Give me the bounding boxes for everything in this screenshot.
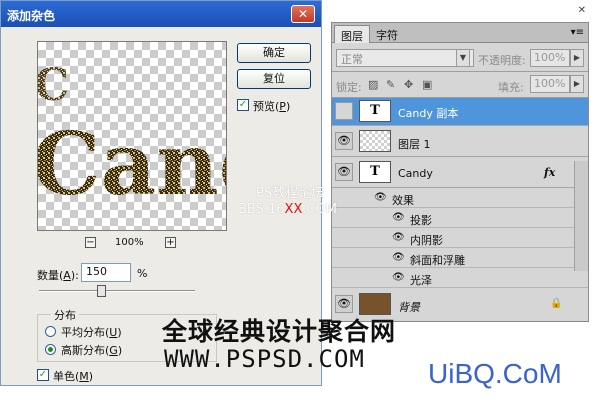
amount-slider-thumb[interactable] <box>97 285 107 297</box>
blend-mode-select[interactable]: 正常 <box>336 49 474 67</box>
zoom-level: 100% <box>115 237 144 248</box>
preview-area[interactable]: Cand C <box>37 41 227 231</box>
effect-name: 内阴影 <box>410 234 443 247</box>
lock-icon: 🔒 <box>550 298 563 309</box>
watermark-forum: PS教程论坛 <box>256 186 325 201</box>
fill-arrow-icon[interactable]: ▶ <box>570 75 584 93</box>
effect-eye-icon[interactable]: 👁 <box>392 232 405 243</box>
uniform-label[interactable]: 平均分布(U) <box>61 324 122 340</box>
visibility-toggle-empty[interactable] <box>335 102 353 120</box>
effect-row-satin[interactable]: 👁 光泽 <box>332 269 588 288</box>
lock-label: 锁定: <box>336 81 362 94</box>
preview-top-stroke: C <box>38 60 69 111</box>
screenshot-root: 添加杂色 ✕ Cand C − <box>0 0 600 400</box>
lock-move-icon[interactable]: ✥ <box>404 78 413 91</box>
tab-layers[interactable]: 图层 <box>334 25 370 43</box>
monochromatic-checkbox[interactable]: ✓ <box>37 369 49 381</box>
distribution-title: 分布 <box>51 307 79 323</box>
amount-input[interactable]: 150 <box>81 263 131 282</box>
monochromatic-label[interactable]: 单色(M) <box>53 368 93 384</box>
text-layer-thumbnail: T <box>359 100 391 122</box>
lock-paint-icon[interactable]: ✎ <box>386 78 395 91</box>
fill-label: 填充: <box>498 81 524 94</box>
layer-row-layer-1[interactable]: 👁 图层 1 <box>332 127 588 157</box>
visibility-eye-icon[interactable]: 👁 <box>335 132 353 150</box>
amount-unit: % <box>137 267 148 280</box>
layer-name[interactable]: Candy <box>398 167 433 180</box>
layer-row-candy-copy[interactable]: T Candy 副本 <box>332 98 588 126</box>
preview-checkbox[interactable]: ✓ <box>237 99 249 111</box>
preview-candy-text: Cand <box>38 114 227 215</box>
preview-noise-text: Cand C <box>38 60 227 215</box>
panel-tab-bar: 图层 字符 ▾≡ <box>332 23 588 43</box>
watermark-site-url: WWW.PSPSD.COM <box>164 345 365 373</box>
opacity-arrow-icon[interactable]: ▶ <box>570 49 584 67</box>
amount-label: 数量(A): <box>37 269 79 282</box>
text-layer-thumbnail: T <box>359 161 391 183</box>
layer-name[interactable]: Candy 副本 <box>398 105 458 121</box>
amount-slider-track[interactable] <box>39 290 195 292</box>
effects-scrollbar[interactable] <box>574 161 588 271</box>
watermark-bbs: BBS.16XX.COM <box>238 202 338 217</box>
effects-eye-icon[interactable]: 👁 <box>374 192 387 203</box>
effect-row-drop-shadow[interactable]: 👁 投影 <box>332 209 588 228</box>
dialog-titlebar[interactable]: 添加杂色 ✕ <box>1 1 321 27</box>
fx-icon[interactable]: fx <box>544 166 555 179</box>
layer-name[interactable]: 背景 <box>398 299 420 315</box>
preview-label[interactable]: 预览(P) <box>253 98 290 114</box>
tab-character[interactable]: 字符 <box>370 25 404 43</box>
effect-row-bevel-emboss[interactable]: 👁 斜面和浮雕 <box>332 249 588 268</box>
effect-eye-icon[interactable]: 👁 <box>392 272 405 283</box>
effects-row[interactable]: 👁 效果 <box>332 189 588 208</box>
layer-thumbnail <box>359 130 391 152</box>
panel-menu-icon[interactable]: ▾≡ <box>571 27 584 38</box>
layers-panel: ✕ 图层 字符 ▾≡ 正常 ▼ 不透明度: 100% ▶ 锁定: ▨ ✎ ✥ ▣… <box>331 5 589 322</box>
panel-separator <box>332 71 588 72</box>
dialog-title: 添加杂色 <box>7 9 56 23</box>
panel-close-icon[interactable]: ✕ <box>578 5 586 16</box>
zoom-out-button[interactable]: − <box>85 237 96 248</box>
watermark-uibq: UiBQ.CoM <box>428 358 562 389</box>
effect-name: 投影 <box>410 214 432 227</box>
close-button[interactable]: ✕ <box>291 5 315 23</box>
effect-eye-icon[interactable]: 👁 <box>392 212 405 223</box>
lock-all-icon[interactable]: ▣ <box>422 78 432 91</box>
effect-name: 斜面和浮雕 <box>410 254 465 267</box>
uniform-radio[interactable] <box>45 326 56 337</box>
ok-button[interactable]: 确定 <box>237 43 311 63</box>
minus-icon: − <box>86 237 95 248</box>
gaussian-radio[interactable] <box>45 344 56 355</box>
effects-label: 效果 <box>392 194 414 207</box>
zoom-in-button[interactable]: + <box>165 237 176 248</box>
opacity-label: 不透明度: <box>478 54 526 67</box>
zoom-controls: − 100% + <box>85 237 185 251</box>
effect-name: 光泽 <box>410 274 432 287</box>
fill-field[interactable]: 100% <box>530 75 570 93</box>
layer-name[interactable]: 图层 1 <box>398 136 431 152</box>
blend-mode-chevron-icon[interactable]: ▼ <box>456 49 470 67</box>
effect-row-inner-shadow[interactable]: 👁 内阴影 <box>332 229 588 248</box>
close-icon: ✕ <box>297 7 309 21</box>
visibility-eye-icon[interactable]: 👁 <box>335 163 353 181</box>
watermark-site-cn: 全球经典设计聚合网 <box>162 317 397 346</box>
gaussian-label[interactable]: 高斯分布(G) <box>61 342 122 358</box>
plus-icon: + <box>166 237 175 248</box>
opacity-field[interactable]: 100% <box>530 49 570 67</box>
lock-transparent-icon[interactable]: ▨ <box>368 78 378 91</box>
layer-row-candy[interactable]: 👁 T Candy fx <box>332 158 588 188</box>
effect-eye-icon[interactable]: 👁 <box>392 252 405 263</box>
reset-button[interactable]: 复位 <box>237 69 311 89</box>
visibility-eye-icon[interactable]: 👁 <box>335 295 353 313</box>
